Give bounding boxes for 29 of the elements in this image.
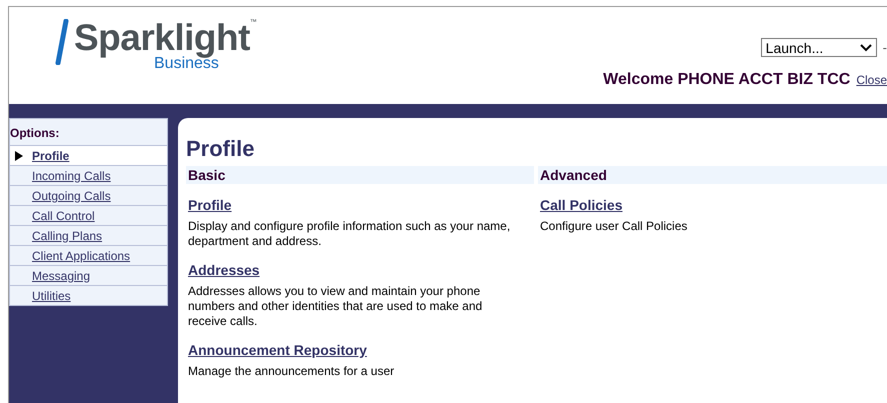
logo-slash-icon (54, 19, 70, 65)
launch-dropdown[interactable]: Launch... (760, 38, 877, 57)
link-description: Manage the announcements for a user (188, 364, 396, 379)
logo-text: Sparklight (74, 19, 250, 57)
pointer-arrow-icon (14, 150, 24, 160)
section-heading: Basic (186, 166, 534, 184)
sidebar-item[interactable]: Calling Plans (9, 226, 168, 246)
section-link[interactable]: Call Policies (540, 197, 622, 213)
sidebar-item[interactable]: Utilities (9, 286, 168, 306)
section-link[interactable]: Addresses (188, 262, 260, 278)
page-title: Profile (186, 136, 256, 162)
section-link[interactable]: Announcement Repository (188, 342, 367, 358)
sidebar-item[interactable]: Outgoing Calls (9, 186, 168, 206)
chevron-down-icon (860, 44, 872, 52)
logo-subtitle: Business (154, 57, 219, 71)
sidebar-item[interactable]: Profile (9, 146, 168, 166)
sidebar-item[interactable]: Incoming Calls (9, 166, 168, 186)
link-description: Configure user Call Policies (540, 219, 688, 234)
section-link[interactable]: Profile (188, 197, 232, 213)
welcome-text: Welcome PHONE ACCT BIZ TCC (603, 71, 850, 89)
section-heading: Advanced (538, 166, 887, 184)
sidebar-item[interactable]: Call Control (9, 206, 168, 226)
options-title: Options: (9, 118, 168, 146)
separator-text: - (882, 40, 887, 55)
sidebar-item[interactable]: Client Applications (9, 246, 168, 266)
link-description: Addresses allows you to view and maintain your phone numbers and other identities that are used to make and receive calls. (188, 284, 484, 329)
close-link[interactable]: Close (856, 73, 887, 87)
sidebar-item[interactable]: Messaging (9, 266, 168, 286)
link-description: Display and configure profile information such as your name, department and address. (188, 219, 512, 249)
